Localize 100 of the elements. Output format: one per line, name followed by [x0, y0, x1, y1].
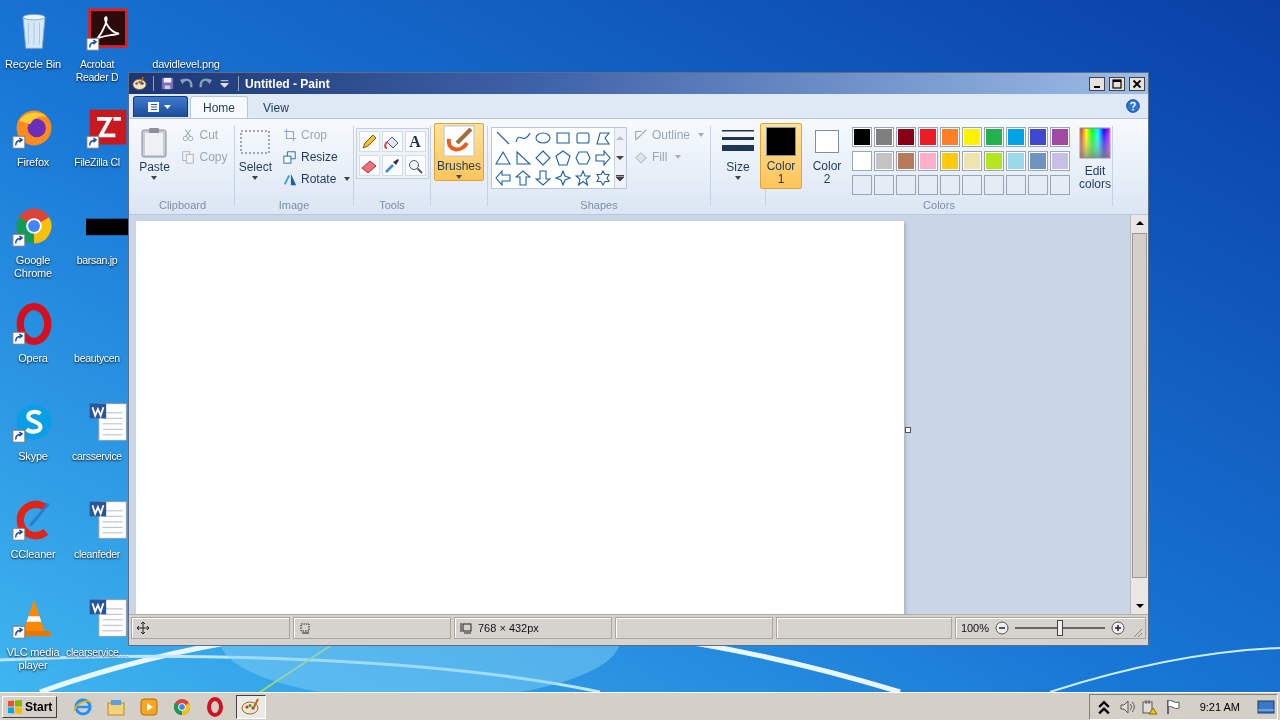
show-desktop-button[interactable] [1257, 699, 1275, 714]
select-button[interactable]: Select [234, 123, 276, 183]
palette-swatch[interactable] [874, 127, 894, 147]
edit-colors-button[interactable]: Edit colors [1072, 124, 1118, 194]
palette-swatch[interactable] [1028, 127, 1048, 147]
left-arrow-icon[interactable] [495, 170, 511, 186]
palette-swatch[interactable] [1050, 127, 1070, 147]
zoom-out-button[interactable] [995, 621, 1009, 635]
color-2-button[interactable]: Color 2 [806, 123, 848, 189]
up-arrow-icon[interactable] [515, 170, 531, 186]
rotate-button[interactable]: Rotate [280, 168, 354, 189]
palette-swatch[interactable] [918, 151, 938, 171]
resize-button[interactable]: Resize [280, 146, 354, 167]
palette-swatch[interactable] [852, 127, 872, 147]
ribbon-tab[interactable]: View [250, 96, 302, 118]
palette-swatch[interactable] [1006, 151, 1026, 171]
desktop-icon-label[interactable]: VLC media player [0, 646, 66, 672]
desktop-icon-label[interactable]: beautycen [66, 352, 128, 365]
empty-swatch[interactable] [852, 175, 872, 195]
color-1-button[interactable]: Color 1 [760, 123, 802, 189]
pentagon-icon[interactable] [555, 150, 571, 166]
empty-swatch[interactable] [874, 175, 894, 195]
text-tool-button[interactable]: A [404, 131, 426, 152]
help-icon[interactable] [1126, 99, 1140, 113]
empty-swatch[interactable] [940, 175, 960, 195]
desktop-icon-label[interactable]: FileZilla Cl [66, 156, 128, 169]
desktop-icon-label[interactable]: carsservice [66, 450, 128, 463]
palette-swatch[interactable] [874, 151, 894, 171]
empty-swatch[interactable] [918, 175, 938, 195]
empty-swatch[interactable] [1050, 175, 1070, 195]
vertical-scrollbar[interactable] [1130, 215, 1148, 614]
desktop-icon-label[interactable]: Skype [0, 450, 66, 463]
star-icon[interactable] [575, 170, 591, 186]
hexagon-icon[interactable] [575, 150, 591, 166]
desktop-icon-label[interactable]: Acrobat Reader D [66, 58, 128, 84]
paste-button[interactable]: Paste [134, 123, 175, 183]
flag-icon[interactable] [1164, 698, 1181, 715]
desktop-icon-label[interactable]: cleanfeder [66, 548, 128, 561]
right-triangle-icon[interactable] [515, 150, 531, 166]
taskbar-button[interactable] [236, 694, 267, 719]
brushes-button[interactable]: Brushes [434, 123, 484, 181]
palette-swatch[interactable] [1006, 127, 1026, 147]
line-icon[interactable] [495, 130, 511, 146]
zoom-slider-thumb[interactable] [1057, 620, 1063, 636]
expand-gallery-icon[interactable] [616, 175, 625, 181]
scrollbar-thumb[interactable] [1132, 233, 1147, 578]
four-point-star-icon[interactable] [555, 170, 571, 186]
start-button[interactable]: Start [2, 695, 58, 718]
palette-swatch[interactable] [962, 151, 982, 171]
show-hidden-icons-icon[interactable] [1095, 698, 1112, 715]
empty-swatch[interactable] [1028, 175, 1048, 195]
clock[interactable]: 9:21 AM [1199, 700, 1240, 713]
triangle-icon[interactable] [495, 150, 511, 166]
right-arrow-icon[interactable] [595, 150, 611, 166]
empty-swatch[interactable] [896, 175, 916, 195]
magnifier-button[interactable] [404, 155, 426, 176]
scroll-up-icon[interactable] [1135, 220, 1144, 226]
network-warning-icon[interactable] [1141, 698, 1158, 715]
close-button[interactable] [1129, 76, 1145, 91]
acrobat-icon[interactable] [86, 8, 130, 52]
pencil-tool-button[interactable] [358, 131, 380, 152]
six-point-star-icon[interactable] [595, 170, 611, 186]
desktop-icon-label[interactable]: Recycle Bin [0, 58, 66, 71]
paint-icon[interactable] [132, 76, 147, 91]
desktop-icon-label[interactable]: Google Chrome [0, 254, 66, 280]
empty-swatch[interactable] [1006, 175, 1026, 195]
empty-swatch[interactable] [984, 175, 1004, 195]
desktop-icon-label[interactable]: CCleaner [0, 548, 66, 561]
save-icon[interactable] [160, 76, 175, 91]
palette-swatch[interactable] [1050, 151, 1070, 171]
empty-swatch[interactable] [962, 175, 982, 195]
scroll-down-icon[interactable] [1135, 603, 1144, 609]
palette-swatch[interactable] [896, 151, 916, 171]
palette-swatch[interactable] [940, 151, 960, 171]
polygon-icon[interactable] [595, 130, 611, 146]
desktop-icon-label[interactable]: davidlevel.png [140, 58, 232, 71]
color-picker-button[interactable] [381, 155, 403, 176]
palette-swatch[interactable] [962, 127, 982, 147]
diamond-icon[interactable] [535, 150, 551, 166]
eraser-tool-button[interactable] [358, 155, 380, 176]
palette-swatch[interactable] [1028, 151, 1048, 171]
size-button[interactable]: Size [718, 123, 758, 183]
palette-swatch[interactable] [896, 127, 916, 147]
palette-swatch[interactable] [984, 151, 1004, 171]
desktop-icon-label[interactable]: barsan.jp [66, 254, 128, 267]
resize-handle[interactable] [905, 427, 911, 433]
down-arrow-icon[interactable] [535, 170, 551, 186]
desktop-icon-label[interactable]: clearservice… [66, 646, 128, 659]
scroll-down-icon[interactable] [616, 155, 625, 161]
fill-tool-button[interactable] [381, 131, 403, 152]
zoom-in-button[interactable] [1111, 621, 1125, 635]
minimize-button[interactable] [1089, 76, 1105, 91]
desktop-icon-label[interactable]: Firefox [0, 156, 66, 169]
file-menu-button[interactable] [133, 96, 188, 117]
speaker-icon[interactable] [1118, 698, 1135, 715]
palette-swatch[interactable] [984, 127, 1004, 147]
palette-swatch[interactable] [918, 127, 938, 147]
resize-grip-icon[interactable] [1131, 626, 1143, 638]
palette-swatch[interactable] [852, 151, 872, 171]
maximize-button[interactable] [1109, 76, 1125, 91]
